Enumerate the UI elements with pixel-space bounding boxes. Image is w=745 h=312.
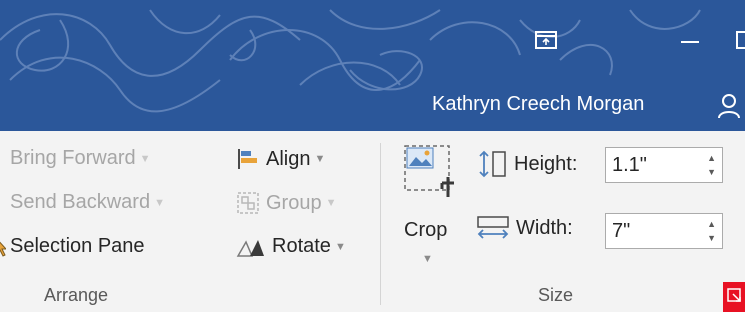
align-label: Align (266, 147, 311, 170)
send-backward-icon (0, 194, 4, 212)
crop-label: Crop (404, 219, 448, 241)
group-icon (236, 191, 260, 215)
decrease-width-icon[interactable]: ▼ (707, 233, 716, 243)
ribbon-display-options-icon (535, 31, 557, 49)
maximize-button[interactable] (725, 22, 745, 58)
chevron-down-icon: ▼ (139, 152, 151, 165)
send-backward-label: Send Backward (10, 191, 151, 213)
chevron-down-icon: ▼ (325, 197, 337, 209)
shape-width-input[interactable]: 7" ▲ ▼ (605, 213, 723, 249)
rotate-label: Rotate (272, 235, 331, 257)
shape-height-input[interactable]: 1.1" ▲ ▼ (605, 147, 723, 183)
arrange-group-label: Arrange (44, 285, 109, 305)
size-group-label: Size (538, 285, 574, 305)
shape-height-value: 1.1" (612, 154, 647, 176)
width-label: Width: (516, 216, 573, 239)
dialog-launcher-icon (727, 288, 741, 302)
rotate-icon (236, 236, 266, 258)
rotate-button[interactable]: Rotate ▼ (236, 235, 346, 258)
align-icon (236, 147, 260, 171)
increase-width-icon[interactable]: ▲ (707, 219, 716, 229)
maximize-icon (736, 31, 745, 49)
minimize-button[interactable] (670, 24, 710, 60)
chevron-down-icon: ▼ (154, 196, 165, 209)
send-backward-button[interactable]: Send Backward ▼ (0, 191, 165, 214)
chevron-down-icon: ▼ (314, 153, 326, 165)
selection-pane-icon (0, 236, 6, 258)
increase-height-icon[interactable]: ▲ (707, 153, 716, 163)
width-icon (476, 215, 510, 241)
shape-width-label-group: Width: (476, 215, 573, 241)
account-user-name[interactable]: Kathryn Creech Morgan (432, 93, 644, 116)
ribbon-panel: Bring Forward ▼ Send Backward ▼ Selectio… (0, 131, 745, 312)
size-dialog-launcher[interactable] (723, 282, 745, 312)
crop-icon (402, 143, 460, 208)
height-label: Height: (514, 152, 578, 175)
decrease-height-icon[interactable]: ▼ (707, 167, 716, 177)
shape-height-label-group: Height: (476, 149, 577, 179)
height-icon (476, 149, 508, 179)
group-separator (380, 143, 381, 305)
bring-forward-icon (0, 150, 4, 168)
minimize-icon (681, 41, 699, 43)
share-button[interactable] (718, 88, 745, 124)
bring-forward-button[interactable]: Bring Forward ▼ (0, 147, 151, 170)
selection-pane-button[interactable]: Selection Pane (0, 235, 145, 258)
align-button[interactable]: Align ▼ (236, 147, 325, 171)
ribbon-display-options-button[interactable] (526, 22, 566, 58)
group-label: Group (266, 191, 322, 214)
bring-forward-label: Bring Forward (10, 147, 136, 169)
chevron-down-icon: ▼ (422, 253, 433, 265)
crop-button[interactable]: Crop ▼ (398, 141, 468, 269)
group-button[interactable]: Group ▼ (236, 191, 336, 215)
selection-pane-label: Selection Pane (10, 235, 145, 257)
shape-width-value: 7" (612, 220, 631, 242)
chevron-down-icon: ▼ (334, 240, 346, 253)
share-person-icon (718, 94, 740, 119)
title-bar: Kathryn Creech Morgan (0, 0, 745, 131)
